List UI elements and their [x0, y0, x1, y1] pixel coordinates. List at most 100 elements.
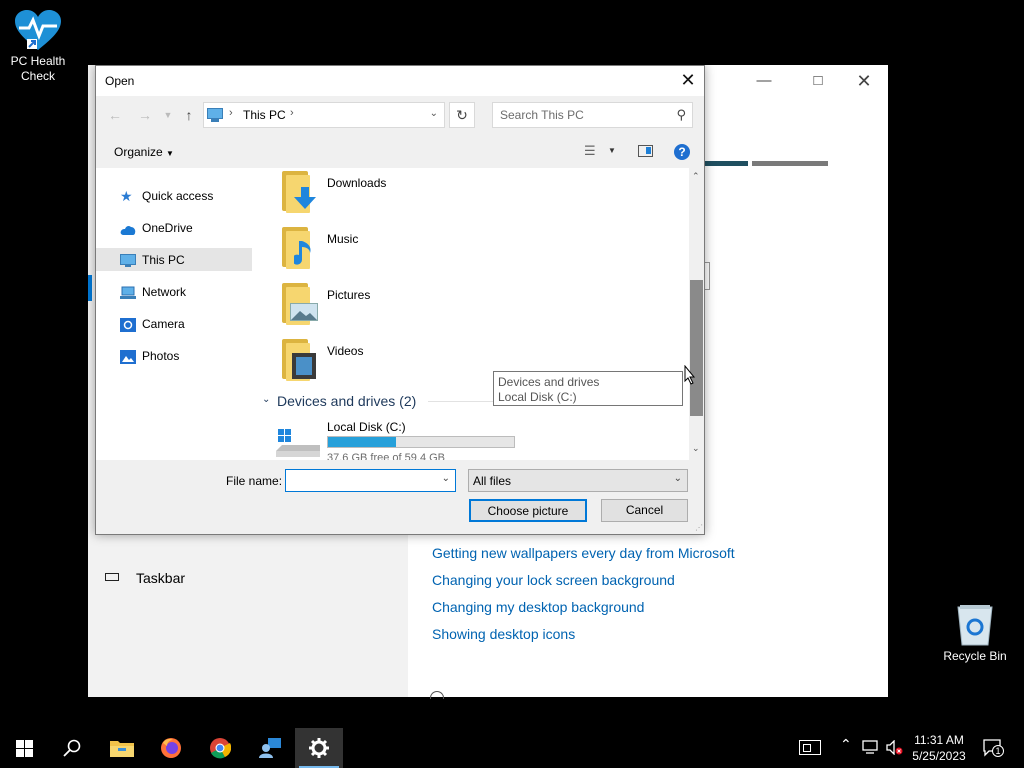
task-view-icon[interactable]: [799, 740, 821, 755]
folder-name-pictures[interactable]: Pictures: [327, 288, 370, 302]
settings-taskbar-button[interactable]: [295, 728, 343, 768]
cancel-button[interactable]: Cancel: [601, 499, 688, 522]
search-button[interactable]: [48, 728, 96, 768]
nav-item-onedrive[interactable]: OneDrive: [118, 217, 251, 239]
drive-free-space: 37.6 GB free of 59.4 GB: [327, 452, 446, 460]
pc-health-check-label: PC Health Check: [10, 54, 66, 83]
file-name-input[interactable]: ⌄: [285, 469, 456, 492]
folder-name-videos[interactable]: Videos: [327, 344, 363, 358]
forward-arrow-icon[interactable]: →: [135, 105, 155, 125]
photos-icon: [120, 349, 136, 364]
dialog-content-area: ★ Quick access OneDrive This PC Network: [96, 168, 704, 460]
minimize-button[interactable]: —: [744, 71, 784, 91]
file-type-dropdown-icon[interactable]: ⌄: [674, 473, 682, 484]
address-bar[interactable]: › This PC › ⌄: [203, 102, 445, 128]
downloads-folder-icon[interactable]: [282, 171, 322, 213]
cloud-icon: [120, 221, 136, 235]
nav-item-label: This PC: [142, 253, 185, 267]
firefox-icon: [161, 738, 181, 758]
network-status-icon[interactable]: [862, 740, 880, 758]
address-dropdown-icon[interactable]: ⌄: [430, 108, 438, 119]
computer-icon-stand: [211, 119, 219, 122]
close-button[interactable]: ✕: [844, 71, 884, 91]
mouse-cursor-icon: [684, 364, 696, 385]
back-arrow-icon[interactable]: ←: [105, 105, 125, 125]
breadcrumb-this-pc[interactable]: This PC: [243, 108, 286, 122]
resize-grip-icon[interactable]: ⋰: [695, 523, 703, 532]
file-type-value: All files: [473, 474, 512, 488]
nav-selection-indicator: [88, 275, 92, 301]
breadcrumb-separator-icon: ›: [229, 107, 233, 119]
nav-item-network[interactable]: Network: [118, 281, 251, 303]
view-options-icon[interactable]: ☰: [584, 143, 596, 159]
up-arrow-icon[interactable]: ↑: [179, 105, 199, 125]
dialog-close-button[interactable]: ✕: [676, 69, 700, 93]
drive-name[interactable]: Local Disk (C:): [327, 420, 406, 434]
link-new-wallpapers[interactable]: Getting new wallpapers every day from Mi…: [432, 545, 735, 561]
breadcrumb-chevron-icon[interactable]: ›: [290, 107, 294, 119]
notification-center-icon[interactable]: 1: [983, 739, 1004, 757]
recent-locations-chevron-icon[interactable]: ▼: [158, 105, 178, 125]
nav-item-quick-access[interactable]: ★ Quick access: [118, 185, 251, 207]
nav-item-this-pc[interactable]: This PC: [118, 249, 251, 271]
search-input[interactable]: Search This PC ⚲: [492, 102, 693, 128]
music-folder-icon[interactable]: [282, 227, 322, 269]
search-icon: [63, 739, 81, 757]
local-disk-icon[interactable]: [276, 429, 320, 457]
recycle-bin-desktop-icon[interactable]: Recycle Bin: [937, 603, 1013, 664]
start-button[interactable]: [0, 728, 48, 768]
pc-health-check-desktop-icon[interactable]: PC Health Check: [0, 8, 76, 84]
organize-menu[interactable]: Organize ▼: [114, 145, 174, 159]
maximize-button[interactable]: □: [798, 71, 838, 91]
vertical-scrollbar[interactable]: ⌃ ⌄: [689, 168, 704, 460]
pictures-folder-icon[interactable]: [282, 283, 322, 325]
sidebar-item-taskbar[interactable]: Taskbar: [102, 569, 362, 589]
devices-group-header[interactable]: Devices and drives (2): [277, 393, 416, 409]
drive-usage-bar: [327, 436, 515, 448]
file-type-select[interactable]: All files ⌄: [468, 469, 688, 492]
file-explorer-button[interactable]: [98, 728, 146, 768]
nav-item-photos[interactable]: Photos: [118, 345, 251, 367]
view-dropdown-icon[interactable]: ▼: [608, 146, 616, 155]
organize-label: Organize: [114, 145, 163, 159]
link-desktop-background[interactable]: Changing my desktop background: [432, 599, 644, 615]
people-app-button[interactable]: [245, 728, 293, 768]
nav-item-camera[interactable]: Camera: [118, 313, 251, 335]
chrome-button[interactable]: [196, 728, 244, 768]
preview-strip: [704, 161, 748, 166]
nav-item-label: OneDrive: [142, 221, 193, 235]
dialog-toolbar: Organize ▼ ☰ ▼ ?: [96, 137, 704, 167]
nav-item-label: Photos: [142, 349, 180, 363]
preview-strip-image: [752, 161, 828, 166]
heart-monitor-icon: [13, 8, 63, 52]
refresh-icon[interactable]: ↻: [449, 102, 475, 128]
preview-pane-icon[interactable]: [638, 145, 653, 157]
gear-icon: [309, 738, 329, 758]
drive-usage-fill: [328, 437, 397, 447]
volume-muted-icon[interactable]: [886, 739, 904, 758]
tooltip-line-1: Devices and drives: [498, 375, 600, 389]
clock[interactable]: 11:31 AM 5/25/2023: [909, 732, 969, 764]
taskbar: ⌃ 11:31 AM 5/25/2023 1: [0, 728, 1024, 768]
choose-picture-button[interactable]: Choose picture: [469, 499, 587, 522]
help-icon[interactable]: ?: [674, 144, 690, 160]
taskbar-icon: [105, 573, 119, 581]
recycle-bin-icon: [955, 603, 995, 647]
link-lock-screen[interactable]: Changing your lock screen background: [432, 572, 675, 588]
scrollbar-thumb[interactable]: [690, 280, 703, 416]
file-name-dropdown-icon[interactable]: ⌄: [442, 473, 450, 484]
videos-folder-icon[interactable]: [282, 339, 322, 381]
camera-icon: [120, 317, 136, 332]
dialog-title: Open: [105, 74, 135, 88]
nav-item-label: Camera: [142, 317, 185, 331]
scroll-down-icon[interactable]: ⌄: [692, 443, 700, 454]
organize-chevron-icon: ▼: [166, 149, 174, 158]
group-collapse-chevron-icon[interactable]: ⌄: [262, 394, 270, 405]
show-hidden-icons-chevron-icon[interactable]: ⌃: [840, 736, 852, 753]
scroll-up-icon[interactable]: ⌃: [692, 171, 700, 182]
firefox-button[interactable]: [147, 728, 195, 768]
link-desktop-icons[interactable]: Showing desktop icons: [432, 626, 575, 642]
nav-item-label: Quick access: [142, 189, 214, 203]
folder-name-music[interactable]: Music: [327, 232, 358, 246]
folder-name-downloads[interactable]: Downloads: [327, 176, 386, 190]
